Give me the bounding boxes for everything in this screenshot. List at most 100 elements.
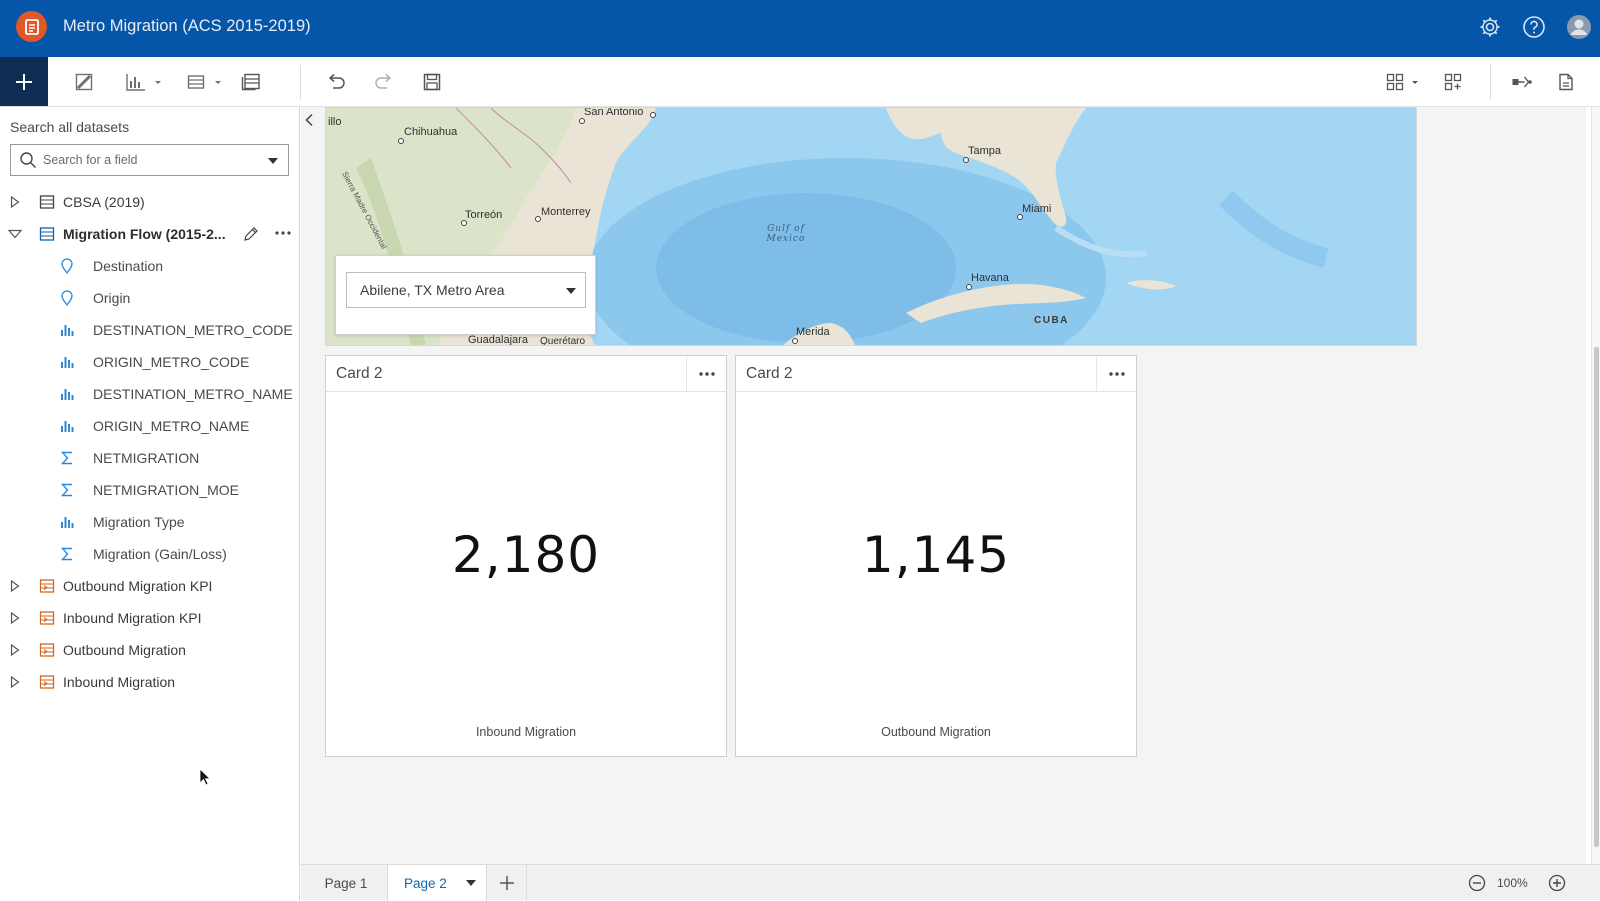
toolbar-divider-right <box>1490 65 1491 99</box>
field-label: Migration (Gain/Loss) <box>93 546 227 562</box>
tab-page-1[interactable]: Page 1 <box>306 865 386 901</box>
chevron-down-icon[interactable] <box>466 880 476 886</box>
map-label-chihuahua: Chihuahua <box>404 126 458 138</box>
location-pin-icon <box>59 290 75 306</box>
field-label: NETMIGRATION <box>93 450 200 466</box>
save-icon[interactable] <box>421 69 443 95</box>
dropdown-caret-icon[interactable] <box>268 158 278 164</box>
help-icon[interactable] <box>1520 13 1548 41</box>
field-label: ORIGIN_METRO_CODE <box>93 354 250 370</box>
settings-gear-icon[interactable] <box>1476 13 1504 41</box>
expand-caret-icon[interactable] <box>8 195 22 209</box>
metro-area-select[interactable]: Abilene, TX Metro Area <box>346 272 586 308</box>
result-dataset-icon <box>39 674 55 690</box>
canvas-scrollbar[interactable] <box>1591 107 1600 864</box>
kpi-card-outbound[interactable]: Card 2 1,145 Outbound Migration <box>735 355 1137 757</box>
dataset-outbound-migration[interactable]: Outbound Migration <box>0 635 300 665</box>
map-label-havana: Havana <box>971 272 1009 284</box>
data-panel: Search all datasets CBSA (2019) Migratio… <box>0 107 300 900</box>
city-marker <box>579 118 585 124</box>
zoom-in-icon[interactable] <box>1548 874 1566 892</box>
dataset-inbound-migration[interactable]: Inbound Migration <box>0 667 300 697</box>
card-more-options-icon[interactable] <box>1096 356 1136 392</box>
data-table-icon[interactable] <box>240 69 262 95</box>
layout-icon[interactable] <box>1386 69 1426 95</box>
map-label-gulf: Gulf of Mexico <box>746 224 826 244</box>
dataset-label: Inbound Migration <box>63 674 176 690</box>
expand-caret-icon[interactable] <box>8 579 22 593</box>
field-destination-metro-name[interactable]: DESTINATION_METRO_NAME <box>0 379 300 409</box>
map-label-san-antonio: San Antonio <box>584 107 644 118</box>
app-logo-icon[interactable] <box>16 11 47 42</box>
page-icon[interactable] <box>1555 69 1577 95</box>
field-destination[interactable]: Destination <box>0 251 300 281</box>
zoom-level: 100% <box>1497 876 1528 890</box>
edit-pencil-icon[interactable] <box>243 226 259 245</box>
field-migration-gain-loss[interactable]: Migration (Gain/Loss) <box>0 539 300 569</box>
add-button[interactable] <box>0 57 48 106</box>
string-field-icon <box>59 322 75 338</box>
string-field-icon <box>59 386 75 402</box>
redo-icon[interactable] <box>373 69 395 95</box>
search-input[interactable] <box>43 153 263 167</box>
field-label: NETMIGRATION_MOE <box>93 482 239 498</box>
selected-metro-area: Abilene, TX Metro Area <box>360 282 505 298</box>
field-destination-metro-code[interactable]: DESTINATION_METRO_CODE <box>0 315 300 345</box>
chart-icon[interactable] <box>124 69 166 95</box>
analysis-icon[interactable] <box>1510 69 1534 95</box>
card-header: Card 2 <box>326 356 726 392</box>
dataset-label: CBSA (2019) <box>63 194 145 210</box>
field-label: DESTINATION_METRO_NAME <box>93 386 293 402</box>
map-label-queretaro: Querétaro <box>540 336 586 346</box>
map-label-cuba: CUBA <box>1034 315 1069 326</box>
expand-caret-icon[interactable] <box>8 675 22 689</box>
string-field-icon <box>59 354 75 370</box>
table-icon[interactable] <box>187 69 227 95</box>
result-dataset-icon <box>39 642 55 658</box>
table-icon <box>39 194 55 210</box>
dataset-inbound-migration-kpi[interactable]: Inbound Migration KPI <box>0 603 300 633</box>
field-netmigration-moe[interactable]: NETMIGRATION_MOE <box>0 475 300 505</box>
scrollbar-thumb[interactable] <box>1594 347 1599 847</box>
city-marker <box>792 338 798 344</box>
app-title: Metro Migration (ACS 2015-2019) <box>63 17 311 35</box>
field-origin-metro-code[interactable]: ORIGIN_METRO_CODE <box>0 347 300 377</box>
card-more-options-icon[interactable] <box>686 356 726 392</box>
collapse-panel-icon[interactable] <box>301 107 317 133</box>
expand-caret-icon[interactable] <box>8 611 22 625</box>
kpi-card-inbound[interactable]: Card 2 2,180 Inbound Migration <box>325 355 727 757</box>
dataset-cbsa[interactable]: CBSA (2019) <box>0 187 300 217</box>
field-migration-type[interactable]: Migration Type <box>0 507 300 537</box>
more-options-icon[interactable] <box>274 225 292 244</box>
field-label: Origin <box>93 290 131 306</box>
field-origin[interactable]: Origin <box>0 283 300 313</box>
card-header: Card 2 <box>736 356 1136 392</box>
zoom-out-icon[interactable] <box>1468 874 1486 892</box>
undo-icon[interactable] <box>325 69 347 95</box>
plus-icon <box>16 73 32 90</box>
result-dataset-icon <box>39 610 55 626</box>
collapse-caret-icon[interactable] <box>8 227 22 241</box>
map-label-miami: Miami <box>1022 203 1052 215</box>
field-label: Destination <box>93 258 164 274</box>
dataset-outbound-migration-kpi[interactable]: Outbound Migration KPI <box>0 571 300 601</box>
user-avatar[interactable] <box>1565 13 1593 41</box>
field-netmigration[interactable]: NETMIGRATION <box>0 443 300 473</box>
expand-caret-icon[interactable] <box>8 643 22 657</box>
dataset-migration-flow[interactable]: Migration Flow (2015-2... <box>0 219 300 249</box>
kpi-value: 2,180 <box>451 526 601 584</box>
city-marker <box>650 112 656 118</box>
kpi-caption: Inbound Migration <box>475 725 577 739</box>
predefined-filter-card: Abilene, TX Metro Area <box>335 255 596 335</box>
add-page-button[interactable] <box>487 865 527 901</box>
grid-icon[interactable] <box>1442 69 1464 95</box>
string-field-icon <box>59 418 75 434</box>
kpi-value: 1,145 <box>861 526 1011 584</box>
search-field[interactable] <box>10 144 289 176</box>
mouse-cursor-icon <box>199 768 211 786</box>
tab-page-2[interactable]: Page 2 <box>387 865 487 901</box>
field-label: DESTINATION_METRO_CODE <box>93 322 293 338</box>
map-icon[interactable] <box>73 69 95 95</box>
map-label-gulf-line2: Mexico <box>766 234 806 244</box>
field-origin-metro-name[interactable]: ORIGIN_METRO_NAME <box>0 411 300 441</box>
